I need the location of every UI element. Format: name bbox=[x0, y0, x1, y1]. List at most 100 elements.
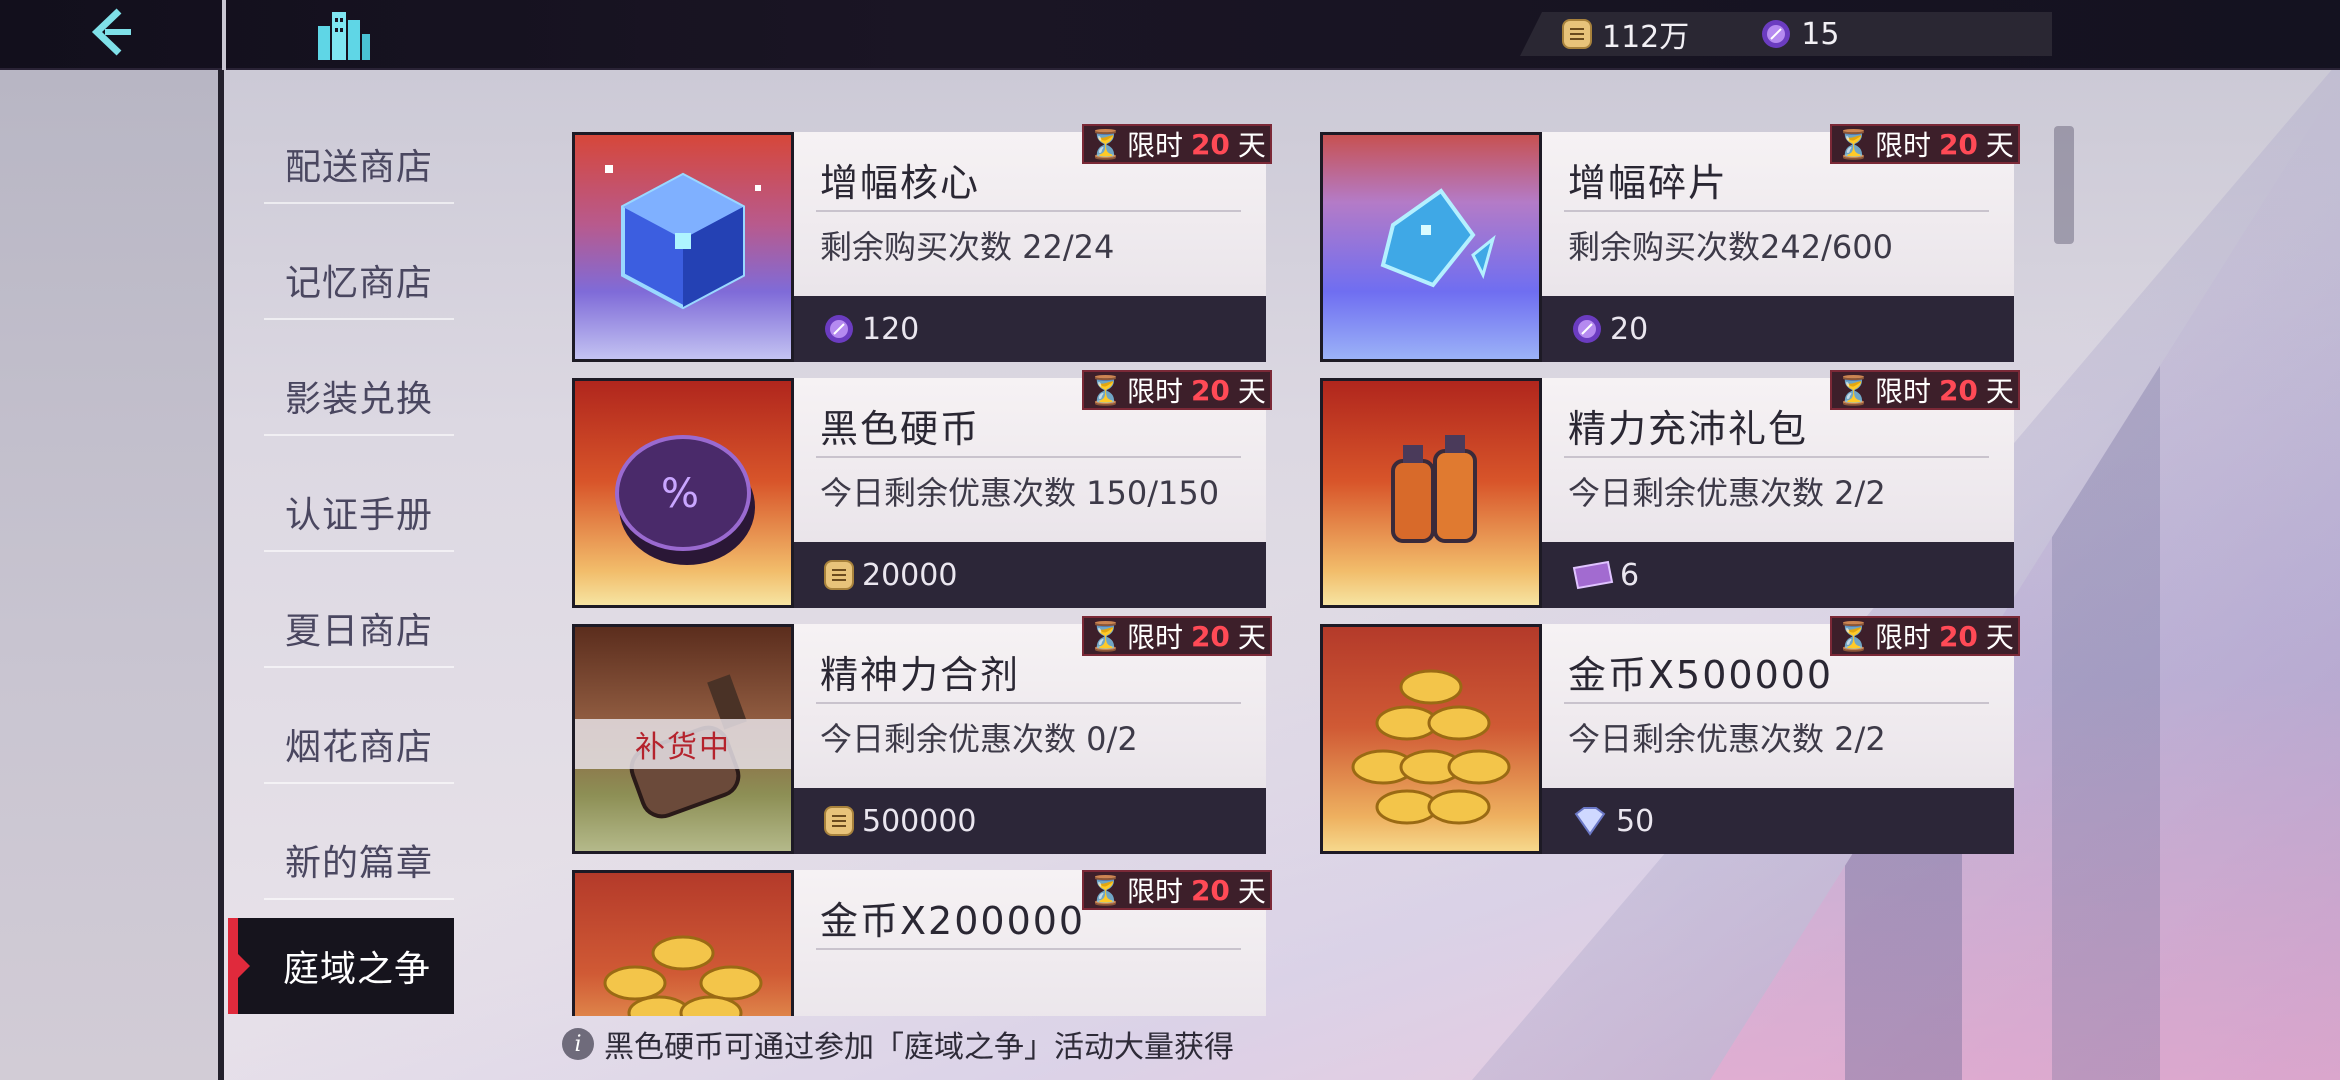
item-price: 20000 bbox=[862, 557, 958, 593]
item-price: 50 bbox=[1616, 803, 1655, 839]
purple-gem-icon bbox=[825, 315, 853, 343]
shop-item-card[interactable]: 增幅核心 剩余购买次数 22/24 120 ⏳ 限时 20 天 bbox=[572, 124, 1272, 362]
item-remaining: 剩余购买次数242/600 bbox=[1568, 228, 1893, 266]
item-price-bar: 120 bbox=[794, 296, 1266, 362]
tag-unit: 天 bbox=[1985, 375, 2014, 408]
item-image bbox=[1320, 378, 1542, 608]
ticket-icon bbox=[1572, 560, 1614, 590]
black-coin-icon: % bbox=[615, 435, 755, 565]
tag-prefix: 限时 bbox=[1874, 129, 1931, 162]
item-body: 增幅核心 剩余购买次数 22/24 120 bbox=[794, 132, 1266, 362]
item-title: 黑色硬币 bbox=[820, 407, 981, 451]
shop-item-card[interactable]: 精力充沛礼包 今日剩余优惠次数 2/2 6 ⏳ 限时 20 天 bbox=[1320, 370, 2020, 608]
item-body: 金币X500000 今日剩余优惠次数 2/2 50 bbox=[1542, 624, 2014, 854]
sidebar-item-label: 配送商店 bbox=[284, 147, 433, 188]
sidebar-item-label: 影装兑换 bbox=[284, 379, 433, 420]
sidebar-item-label: 夏日商店 bbox=[284, 611, 433, 652]
item-title: 金币X200000 bbox=[820, 899, 1086, 943]
item-divider bbox=[1564, 210, 1989, 212]
tag-prefix: 限时 bbox=[1126, 129, 1183, 162]
shop-item-card[interactable]: 金币X500000 今日剩余优惠次数 2/2 50 ⏳ 限时 20 天 bbox=[1320, 616, 2020, 854]
hourglass-icon: ⏳ bbox=[1836, 127, 1871, 161]
item-image bbox=[1320, 132, 1542, 362]
coin-balance[interactable]: 112万 bbox=[1560, 12, 1689, 56]
limited-time-tag: ⏳ 限时 20 天 bbox=[1082, 124, 1272, 164]
hourglass-icon: ⏳ bbox=[1088, 873, 1123, 907]
gold-coin-icon bbox=[824, 560, 854, 590]
tag-prefix: 限时 bbox=[1126, 875, 1183, 908]
back-button[interactable] bbox=[70, 0, 150, 64]
item-price-bar: 50 bbox=[1542, 788, 2014, 854]
item-remaining: 今日剩余优惠次数 2/2 bbox=[1568, 474, 1886, 512]
shop-item-card[interactable]: % 黑色硬币 今日剩余优惠次数 150/150 20000 ⏳ 限时 20 天 bbox=[572, 370, 1272, 608]
gem-balance[interactable]: 15 bbox=[1759, 17, 1839, 52]
shop-item-card[interactable]: 金币X200000 ⏳ 限时 20 天 bbox=[572, 870, 1272, 1016]
item-divider bbox=[816, 948, 1241, 950]
item-image bbox=[1320, 624, 1542, 854]
sidebar-item-memory-shop[interactable]: 记忆商店 bbox=[264, 242, 454, 320]
item-divider bbox=[1564, 456, 1989, 458]
shop-item-card[interactable]: 增幅碎片 剩余购买次数242/600 20 ⏳ 限时 20 天 bbox=[1320, 124, 2020, 362]
item-price-bar: 500000 bbox=[794, 788, 1266, 854]
hourglass-icon: ⏳ bbox=[1088, 127, 1123, 161]
item-title: 金币X500000 bbox=[1568, 653, 1834, 697]
tag-prefix: 限时 bbox=[1126, 375, 1183, 408]
item-remaining: 今日剩余优惠次数 0/2 bbox=[820, 720, 1138, 758]
item-price: 120 bbox=[862, 311, 920, 347]
tag-unit: 天 bbox=[1237, 375, 1266, 408]
item-divider bbox=[816, 456, 1241, 458]
item-price-bar: 20000 bbox=[794, 542, 1266, 608]
sidebar-item-fireworks-shop[interactable]: 烟花商店 bbox=[264, 706, 454, 784]
sidebar-item-delivery-shop[interactable]: 配送商店 bbox=[264, 126, 454, 204]
svg-text:%: % bbox=[661, 471, 699, 517]
sidebar-item-certification-manual[interactable]: 认证手册 bbox=[264, 474, 454, 552]
hourglass-icon: ⏳ bbox=[1836, 373, 1871, 407]
diamond-icon bbox=[1574, 807, 1606, 836]
item-title: 增幅核心 bbox=[820, 161, 981, 205]
item-price-bar: 6 bbox=[1542, 542, 2014, 608]
hourglass-icon: ⏳ bbox=[1836, 619, 1871, 653]
city-building-icon bbox=[312, 6, 372, 62]
footer-info-note: i 黑色硬币可通过参加「庭域之争」活动大量获得 bbox=[562, 1022, 1234, 1066]
sidebar-item-outfit-exchange[interactable]: 影装兑换 bbox=[264, 358, 454, 436]
item-image: 补货中 bbox=[572, 624, 794, 854]
scrollbar-thumb[interactable] bbox=[2054, 126, 2074, 244]
energy-potion-bottles-icon bbox=[1391, 435, 1477, 543]
item-body: 增幅碎片 剩余购买次数242/600 20 bbox=[1542, 132, 2014, 362]
tag-prefix: 限时 bbox=[1126, 621, 1183, 654]
item-body: 精力充沛礼包 今日剩余优惠次数 2/2 6 bbox=[1542, 378, 2014, 608]
item-remaining: 剩余购买次数 22/24 bbox=[820, 228, 1115, 266]
footer-note-text: 黑色硬币可通过参加「庭域之争」活动大量获得 bbox=[604, 1030, 1234, 1065]
item-image bbox=[572, 132, 794, 362]
item-price: 6 bbox=[1620, 557, 1640, 593]
amplify-core-cube-icon bbox=[605, 165, 761, 310]
back-arrow-icon bbox=[91, 8, 131, 56]
sidebar-item-domain-battle[interactable]: 庭域之争 bbox=[228, 918, 454, 1014]
shop-sidebar: 配送商店 记忆商店 影装兑换 认证手册 夏日商店 烟花商店 新的篇章 庭域之争 bbox=[226, 70, 456, 1080]
sidebar-item-label: 认证手册 bbox=[284, 495, 433, 536]
hourglass-icon: ⏳ bbox=[1088, 373, 1123, 407]
limited-time-tag: ⏳ 限时 20 天 bbox=[1830, 124, 2020, 164]
sidebar-item-new-chapter[interactable]: 新的篇章 bbox=[264, 822, 454, 900]
item-divider bbox=[1564, 702, 1989, 704]
sidebar-item-label: 庭域之争 bbox=[282, 949, 431, 990]
item-body: 精神力合剂 今日剩余优惠次数 0/2 500000 bbox=[794, 624, 1266, 854]
gold-coin-icon bbox=[824, 806, 854, 836]
gold-coin-pile-icon bbox=[603, 935, 763, 1016]
item-image bbox=[572, 870, 794, 1016]
item-title: 增幅碎片 bbox=[1568, 161, 1729, 205]
shop-item-card[interactable]: 补货中 精神力合剂 今日剩余优惠次数 0/2 500000 ⏳ 限时 20 天 bbox=[572, 616, 1272, 854]
tag-days: 20 bbox=[1190, 619, 1230, 653]
item-divider bbox=[816, 210, 1241, 212]
coin-amount: 112万 bbox=[1602, 20, 1690, 55]
limited-time-tag: ⏳ 限时 20 天 bbox=[1830, 616, 2020, 656]
item-title: 精力充沛礼包 bbox=[1568, 407, 1809, 451]
limited-time-tag: ⏳ 限时 20 天 bbox=[1082, 370, 1272, 410]
sidebar-item-summer-shop[interactable]: 夏日商店 bbox=[264, 590, 454, 668]
top-divider bbox=[222, 0, 226, 70]
tag-days: 20 bbox=[1190, 873, 1230, 907]
gold-coin-icon bbox=[1562, 19, 1592, 49]
tag-unit: 天 bbox=[1237, 129, 1266, 162]
purple-gem-icon bbox=[1762, 20, 1791, 48]
limited-time-tag: ⏳ 限时 20 天 bbox=[1082, 870, 1272, 910]
